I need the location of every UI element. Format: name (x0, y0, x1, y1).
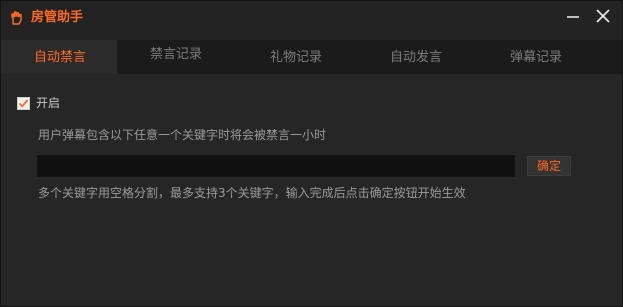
keyword-input[interactable] (37, 155, 515, 177)
tab-mute-records[interactable]: 禁言记录 (117, 40, 235, 74)
close-button[interactable] (590, 5, 616, 27)
close-icon (596, 9, 610, 23)
checkmark-icon (18, 99, 29, 108)
tab-bar: 自动禁言 禁言记录 礼物记录 自动发言 弹幕记录 (1, 40, 622, 74)
title-bar: 房管助手 (1, 1, 622, 35)
tab-auto-mute[interactable]: 自动禁言 (1, 40, 119, 74)
tab-auto-speak[interactable]: 自动发言 (357, 40, 475, 74)
enable-label: 开启 (36, 96, 61, 110)
confirm-button[interactable]: 确定 (527, 156, 571, 176)
hand-icon (8, 10, 24, 26)
tab-gift-records[interactable]: 礼物记录 (237, 40, 355, 74)
enable-checkbox[interactable] (17, 97, 30, 110)
minimize-icon (567, 16, 579, 18)
rule-description: 用户弹幕包含以下任意一个关键字时将会被禁言一小时 (38, 128, 327, 142)
auto-mute-panel: 开启 用户弹幕包含以下任意一个关键字时将会被禁言一小时 确定 多个关键字用空格分… (1, 74, 622, 306)
minimize-button[interactable] (560, 5, 586, 27)
keyword-hint: 多个关键字用空格分割，最多支持3个关键字，输入完成后点击确定按钮开始生效 (38, 186, 466, 200)
tab-danmaku-records[interactable]: 弹幕记录 (477, 40, 595, 74)
app-window: 房管助手 自动禁言 禁言记录 礼物记录 自动发言 弹幕记录 开启 用户弹幕包含以… (0, 0, 623, 307)
app-title: 房管助手 (31, 10, 84, 25)
